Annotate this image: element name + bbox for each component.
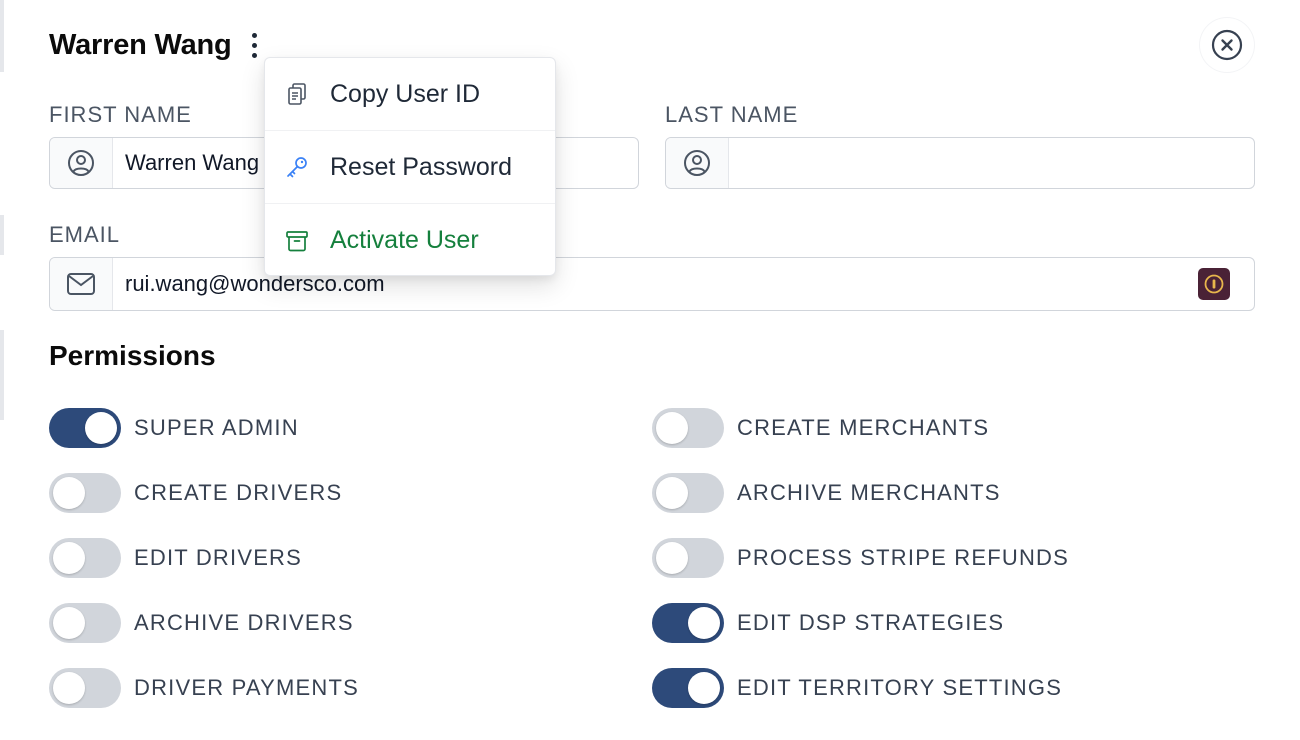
- permission-toggle[interactable]: [652, 668, 724, 708]
- permissions-title: Permissions: [49, 340, 216, 371]
- menu-item-copy-user-id[interactable]: Copy User ID: [265, 58, 555, 131]
- permission-toggle[interactable]: [49, 668, 121, 708]
- permission-toggle[interactable]: [49, 603, 121, 643]
- permission-label: CREATE DRIVERS: [134, 480, 343, 505]
- user-name-title: Warren Wang: [49, 28, 232, 61]
- permission-label: ARCHIVE MERCHANTS: [737, 480, 1001, 505]
- menu-item-label: Activate User: [330, 226, 479, 254]
- permission-row: PROCESS STRIPE REFUNDS: [652, 538, 1069, 578]
- last-name-label: LAST NAME: [665, 102, 799, 127]
- first-name-prefix: [50, 138, 113, 188]
- permission-toggle[interactable]: [652, 408, 724, 448]
- envelope-icon: [67, 273, 95, 295]
- kebab-dot-icon: [252, 42, 258, 48]
- background-page-edge: [0, 0, 10, 740]
- last-name-field: [665, 137, 1255, 189]
- permission-label: CREATE MERCHANTS: [737, 415, 990, 440]
- key-icon: [285, 155, 309, 179]
- permission-row: SUPER ADMIN: [49, 408, 299, 448]
- close-icon: [1211, 29, 1243, 61]
- modal-header: Warren Wang: [49, 24, 268, 66]
- permission-toggle[interactable]: [652, 603, 724, 643]
- email-field: [49, 257, 1255, 311]
- toggle-knob: [688, 672, 720, 704]
- toggle-knob: [656, 477, 688, 509]
- more-options-button[interactable]: [242, 25, 268, 65]
- permission-row: EDIT TERRITORY SETTINGS: [652, 668, 1062, 708]
- kebab-dot-icon: [252, 52, 258, 58]
- permission-row: ARCHIVE DRIVERS: [49, 603, 354, 643]
- permission-label: EDIT TERRITORY SETTINGS: [737, 675, 1063, 700]
- toggle-knob: [53, 607, 85, 639]
- user-circle-icon: [68, 150, 94, 176]
- permission-toggle[interactable]: [49, 473, 121, 513]
- permission-label: SUPER ADMIN: [134, 415, 299, 440]
- permission-toggle[interactable]: [49, 408, 121, 448]
- last-name-prefix: [666, 138, 729, 188]
- toggle-knob: [85, 412, 117, 444]
- permission-toggle[interactable]: [652, 473, 724, 513]
- close-button[interactable]: [1200, 18, 1254, 72]
- user-circle-icon: [684, 150, 710, 176]
- user-actions-menu: Copy User ID Reset Password Activate Use…: [264, 57, 556, 276]
- permission-label: DRIVER PAYMENTS: [134, 675, 359, 700]
- menu-item-activate-user[interactable]: Activate User: [265, 204, 555, 277]
- password-manager-icon: [1204, 274, 1224, 294]
- toggle-knob: [656, 412, 688, 444]
- kebab-dot-icon: [252, 32, 258, 38]
- menu-item-label: Copy User ID: [330, 79, 481, 108]
- password-manager-button[interactable]: [1198, 268, 1230, 300]
- toggle-knob: [688, 607, 720, 639]
- permission-label: PROCESS STRIPE REFUNDS: [737, 545, 1070, 570]
- toggle-knob: [656, 542, 688, 574]
- toggle-knob: [53, 477, 85, 509]
- permission-label: EDIT DSP STRATEGIES: [737, 610, 1005, 635]
- copy-icon: [285, 82, 309, 106]
- toggle-knob: [53, 542, 85, 574]
- permission-label: ARCHIVE DRIVERS: [134, 610, 354, 635]
- toggle-knob: [53, 672, 85, 704]
- permission-row: ARCHIVE MERCHANTS: [652, 473, 1001, 513]
- permission-toggle[interactable]: [652, 538, 724, 578]
- permission-row: CREATE DRIVERS: [49, 473, 342, 513]
- permission-row: EDIT DSP STRATEGIES: [652, 603, 1004, 643]
- email-prefix: [50, 258, 113, 310]
- archive-box-icon: [285, 229, 309, 253]
- menu-item-reset-password[interactable]: Reset Password: [265, 131, 555, 204]
- permission-row: CREATE MERCHANTS: [652, 408, 989, 448]
- permission-row: DRIVER PAYMENTS: [49, 668, 359, 708]
- email-label: EMAIL: [49, 222, 121, 247]
- last-name-input[interactable]: [729, 138, 1254, 188]
- first-name-label: FIRST NAME: [49, 102, 192, 127]
- menu-item-label: Reset Password: [330, 152, 513, 181]
- permission-toggle[interactable]: [49, 538, 121, 578]
- permission-label: EDIT DRIVERS: [134, 545, 303, 570]
- permission-row: EDIT DRIVERS: [49, 538, 302, 578]
